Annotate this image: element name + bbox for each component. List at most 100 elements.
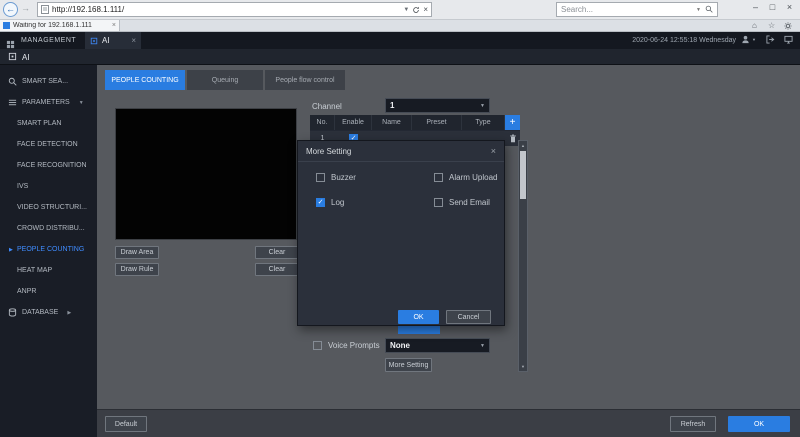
button-label: Default bbox=[115, 421, 137, 428]
more-setting-dialog: More Setting × ✓ Buzzer ✓ Alarm Upload ✓… bbox=[297, 140, 505, 326]
scroll-down-icon[interactable]: ▼ bbox=[519, 362, 527, 371]
chevron-down-icon[interactable]: ▼ bbox=[696, 7, 701, 13]
page-icon bbox=[41, 5, 49, 14]
send-email-checkbox[interactable]: ✓ bbox=[434, 198, 443, 207]
sidebar-item-label: PEOPLE COUNTING bbox=[17, 246, 84, 253]
sidebar-item-label: HEAT MAP bbox=[17, 267, 52, 274]
app-tab-label: AI bbox=[102, 36, 110, 45]
sidebar-item-database[interactable]: DATABASE ▶ bbox=[0, 302, 97, 323]
refresh-button[interactable]: Refresh bbox=[670, 416, 716, 432]
dialog-title-bar[interactable]: More Setting × bbox=[298, 141, 504, 162]
close-window-button[interactable]: × bbox=[781, 0, 798, 16]
monitor-icon[interactable] bbox=[784, 35, 793, 44]
button-label: OK bbox=[413, 314, 423, 321]
add-rule-button[interactable]: + bbox=[505, 115, 520, 130]
tab-queuing[interactable]: Queuing bbox=[187, 70, 263, 90]
sidebar-item-face-detection[interactable]: FACE DETECTION bbox=[0, 134, 97, 155]
sidebar-item-heat-map[interactable]: HEAT MAP bbox=[0, 260, 97, 281]
browser-search-box[interactable]: Search... ▼ bbox=[556, 2, 718, 17]
button-label: Clear bbox=[269, 249, 286, 256]
voice-prompts-checkbox[interactable]: ✓ bbox=[313, 341, 322, 350]
app-tab-ai[interactable]: AI × bbox=[85, 32, 141, 49]
home-icon[interactable]: ⌂ bbox=[752, 21, 757, 31]
page-title: AI bbox=[22, 53, 30, 62]
back-button[interactable]: ← bbox=[3, 2, 18, 17]
forward-button[interactable]: → bbox=[21, 3, 30, 13]
tab-people-flow-control[interactable]: People flow control bbox=[265, 70, 345, 90]
button-label: Draw Area bbox=[121, 249, 154, 256]
sidebar-item-crowd-distribution[interactable]: CROWD DISTRIBU... bbox=[0, 218, 97, 239]
browser-tab[interactable]: Waiting for 192.168.1.111 × bbox=[0, 20, 120, 31]
app-top-bar: MANAGEMENT AI × 2020-06-24 12:55:18 Wedn… bbox=[0, 32, 800, 49]
chevron-right-icon: ▶ bbox=[67, 310, 71, 316]
sidebar-item-smart-plan[interactable]: SMART PLAN bbox=[0, 113, 97, 134]
search-icon[interactable] bbox=[705, 5, 713, 15]
buzzer-label: Buzzer bbox=[331, 173, 356, 182]
maximize-button[interactable]: □ bbox=[764, 0, 781, 16]
search-placeholder[interactable]: Search... bbox=[561, 5, 692, 14]
dialog-title: More Setting bbox=[306, 147, 351, 156]
favicon bbox=[3, 22, 10, 29]
stop-icon[interactable]: × bbox=[423, 5, 428, 14]
buzzer-option: ✓ Buzzer bbox=[316, 173, 356, 182]
address-bar[interactable]: http://192.168.1.111/ ▼ × bbox=[37, 2, 432, 17]
ok-button[interactable]: OK bbox=[728, 416, 790, 432]
user-icon[interactable]: ▼ bbox=[741, 35, 756, 44]
close-icon[interactable]: × bbox=[491, 146, 496, 156]
button-label: Cancel bbox=[458, 314, 480, 321]
clear-area-button[interactable]: Clear bbox=[255, 246, 299, 259]
browser-tab-title: Waiting for 192.168.1.111 bbox=[13, 22, 109, 29]
dialog-cancel-button[interactable]: Cancel bbox=[446, 310, 491, 324]
vertical-scrollbar[interactable]: ▲ ▼ bbox=[518, 140, 528, 372]
channel-select[interactable]: 1 ▼ bbox=[385, 98, 490, 113]
alarm-upload-checkbox[interactable]: ✓ bbox=[434, 173, 443, 182]
sidebar-item-ivs[interactable]: IVS bbox=[0, 176, 97, 197]
chevron-down-icon: ▼ bbox=[480, 343, 485, 349]
refresh-icon[interactable] bbox=[412, 6, 420, 14]
close-app-tab-icon[interactable]: × bbox=[131, 36, 136, 45]
sidebar-item-smart-search[interactable]: SMART SEA... bbox=[0, 71, 97, 92]
button-label: Refresh bbox=[681, 421, 706, 428]
alarm-upload-option: ✓ Alarm Upload bbox=[434, 173, 497, 182]
favorites-star-icon[interactable]: ☆ bbox=[768, 21, 775, 31]
draw-area-button[interactable]: Draw Area bbox=[115, 246, 159, 259]
screen: ← → http://192.168.1.111/ ▼ × Search... … bbox=[0, 0, 800, 437]
url-text[interactable]: http://192.168.1.111/ bbox=[52, 5, 400, 14]
sidebar-item-label: VIDEO STRUCTURI... bbox=[17, 204, 87, 211]
table-header: No. Enable Name Preset Type + bbox=[310, 115, 520, 130]
default-button[interactable]: Default bbox=[105, 416, 147, 432]
delete-icon[interactable] bbox=[509, 134, 517, 143]
scrollbar-thumb[interactable] bbox=[520, 151, 526, 199]
minimize-button[interactable]: – bbox=[747, 0, 764, 16]
close-tab-icon[interactable]: × bbox=[112, 22, 116, 29]
more-setting-button[interactable]: More Setting bbox=[385, 358, 432, 372]
buzzer-checkbox[interactable]: ✓ bbox=[316, 173, 325, 182]
button-label: More Setting bbox=[389, 362, 429, 369]
sidebar-item-anpr[interactable]: ANPR bbox=[0, 281, 97, 302]
channel-label: Channel bbox=[312, 102, 342, 111]
sidebar-item-face-recognition[interactable]: FACE RECOGNITION bbox=[0, 155, 97, 176]
button-label: Clear bbox=[269, 266, 286, 273]
sidebar-item-parameters[interactable]: PARAMETERS ▼ bbox=[0, 92, 97, 113]
col-header-name: Name bbox=[372, 115, 412, 130]
col-header-no: No. bbox=[310, 115, 335, 130]
clear-rule-button[interactable]: Clear bbox=[255, 263, 299, 276]
browser-tab-bar: Waiting for 192.168.1.111 × ⌂ ☆ bbox=[0, 20, 800, 32]
dialog-ok-button[interactable]: OK bbox=[398, 310, 439, 324]
database-icon bbox=[8, 308, 17, 317]
channel-value: 1 bbox=[390, 101, 480, 110]
video-preview[interactable] bbox=[115, 108, 297, 240]
draw-rule-button[interactable]: Draw Rule bbox=[115, 263, 159, 276]
scroll-up-icon[interactable]: ▲ bbox=[519, 141, 527, 150]
ai-page-icon bbox=[8, 52, 17, 61]
chevron-down-icon[interactable]: ▼ bbox=[403, 7, 409, 13]
voice-prompts-value: None bbox=[390, 341, 480, 350]
log-checkbox[interactable]: ✓ bbox=[316, 198, 325, 207]
tab-people-counting[interactable]: PEOPLE COUNTING bbox=[105, 70, 185, 90]
chevron-down-icon: ▼ bbox=[480, 103, 485, 109]
logout-icon[interactable] bbox=[766, 35, 775, 44]
sidebar-item-video-structuring[interactable]: VIDEO STRUCTURI... bbox=[0, 197, 97, 218]
sidebar-item-people-counting[interactable]: ▶ PEOPLE COUNTING bbox=[0, 239, 97, 260]
tab-label: People flow control bbox=[275, 77, 334, 84]
voice-prompts-select[interactable]: None ▼ bbox=[385, 338, 490, 353]
